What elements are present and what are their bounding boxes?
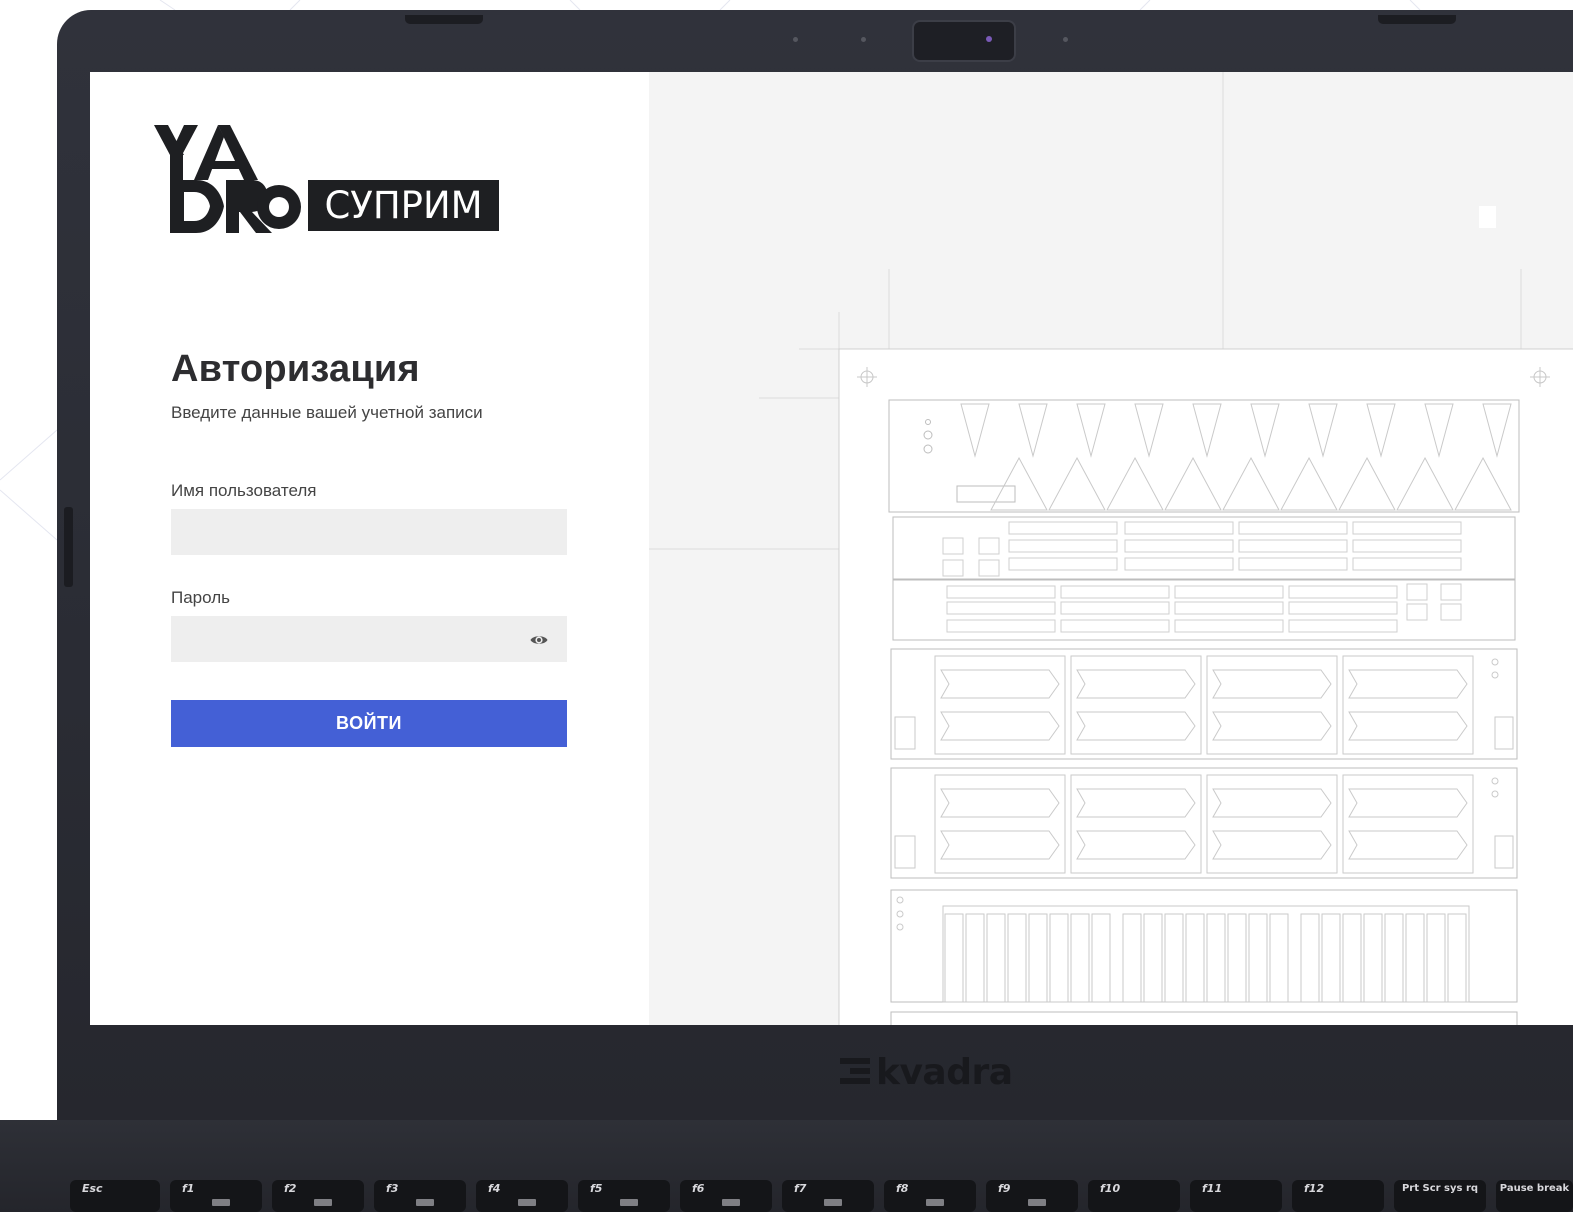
key-f11: f11: [1190, 1180, 1282, 1212]
page-subtitle: Введите данные вашей учетной записи: [171, 403, 483, 422]
key-f1: f1: [170, 1180, 262, 1212]
mute-icon: [416, 1199, 434, 1206]
username-input[interactable]: [171, 509, 567, 555]
page-title: Авторизация: [171, 348, 420, 390]
key-f3-label: f3: [386, 1182, 399, 1195]
key-f1-label: f1: [182, 1182, 195, 1195]
key-f10: f10: [1088, 1180, 1180, 1212]
projector-icon: [824, 1199, 842, 1206]
key-f8: f8: [884, 1180, 976, 1212]
logo-wordmark: СУПРИМ: [308, 180, 499, 231]
key-esc: Esc: [70, 1180, 160, 1212]
key-f6-label: f6: [692, 1182, 705, 1195]
brightness-icon: [926, 1199, 944, 1206]
screen: СУПРИМ Авторизация Введите данные вашей …: [90, 72, 1573, 1025]
username-label: Имя пользователя: [171, 481, 317, 500]
key-f7-label: f7: [794, 1182, 807, 1195]
webcam-shutter: [912, 20, 1016, 62]
key-f4-label: f4: [488, 1182, 501, 1195]
key-f9: f9: [986, 1180, 1078, 1212]
eye-icon[interactable]: [529, 630, 549, 650]
side-port: [64, 507, 73, 587]
key-f6: f6: [680, 1180, 772, 1212]
key-print-screen: Prt Scr sys rq: [1394, 1180, 1486, 1212]
brightness-down-icon: [212, 1199, 230, 1206]
key-f2-label: f2: [284, 1182, 297, 1195]
webcam-lens: [986, 36, 992, 42]
sensor-dot: [793, 37, 798, 42]
key-f9-label: f9: [998, 1182, 1011, 1195]
sensor-dot: [1063, 37, 1068, 42]
key-pause: Pause break: [1496, 1180, 1573, 1212]
laptop-brand: kvadra: [840, 1052, 1013, 1093]
key-f5-label: f5: [590, 1182, 603, 1195]
key-f4: f4: [476, 1180, 568, 1212]
password-label: Пароль: [171, 588, 230, 607]
kvadra-mark-icon: [840, 1058, 870, 1084]
brightness-up-icon: [1028, 1199, 1046, 1206]
login-button[interactable]: ВОЙТИ: [171, 700, 567, 747]
laptop-brand-text: kvadra: [876, 1052, 1013, 1093]
key-f12: f12: [1292, 1180, 1384, 1212]
volume-down-icon: [620, 1199, 638, 1206]
server-illustration-panel: [649, 72, 1573, 1025]
display-icon: [314, 1199, 332, 1206]
lid-bumper-left: [405, 15, 483, 24]
key-f3: f3: [374, 1180, 466, 1212]
volume-up-icon: [722, 1199, 740, 1206]
password-input[interactable]: [171, 616, 567, 662]
key-f7: f7: [782, 1180, 874, 1212]
lid-bumper-right: [1378, 15, 1456, 24]
sensor-dot: [861, 37, 866, 42]
key-f8-label: f8: [896, 1182, 909, 1195]
keyboard-light-icon: [518, 1199, 536, 1206]
login-panel: СУПРИМ Авторизация Введите данные вашей …: [90, 72, 649, 1025]
server-rack-illustration: [649, 72, 1573, 1025]
key-f5: f5: [578, 1180, 670, 1212]
key-f2: f2: [272, 1180, 364, 1212]
